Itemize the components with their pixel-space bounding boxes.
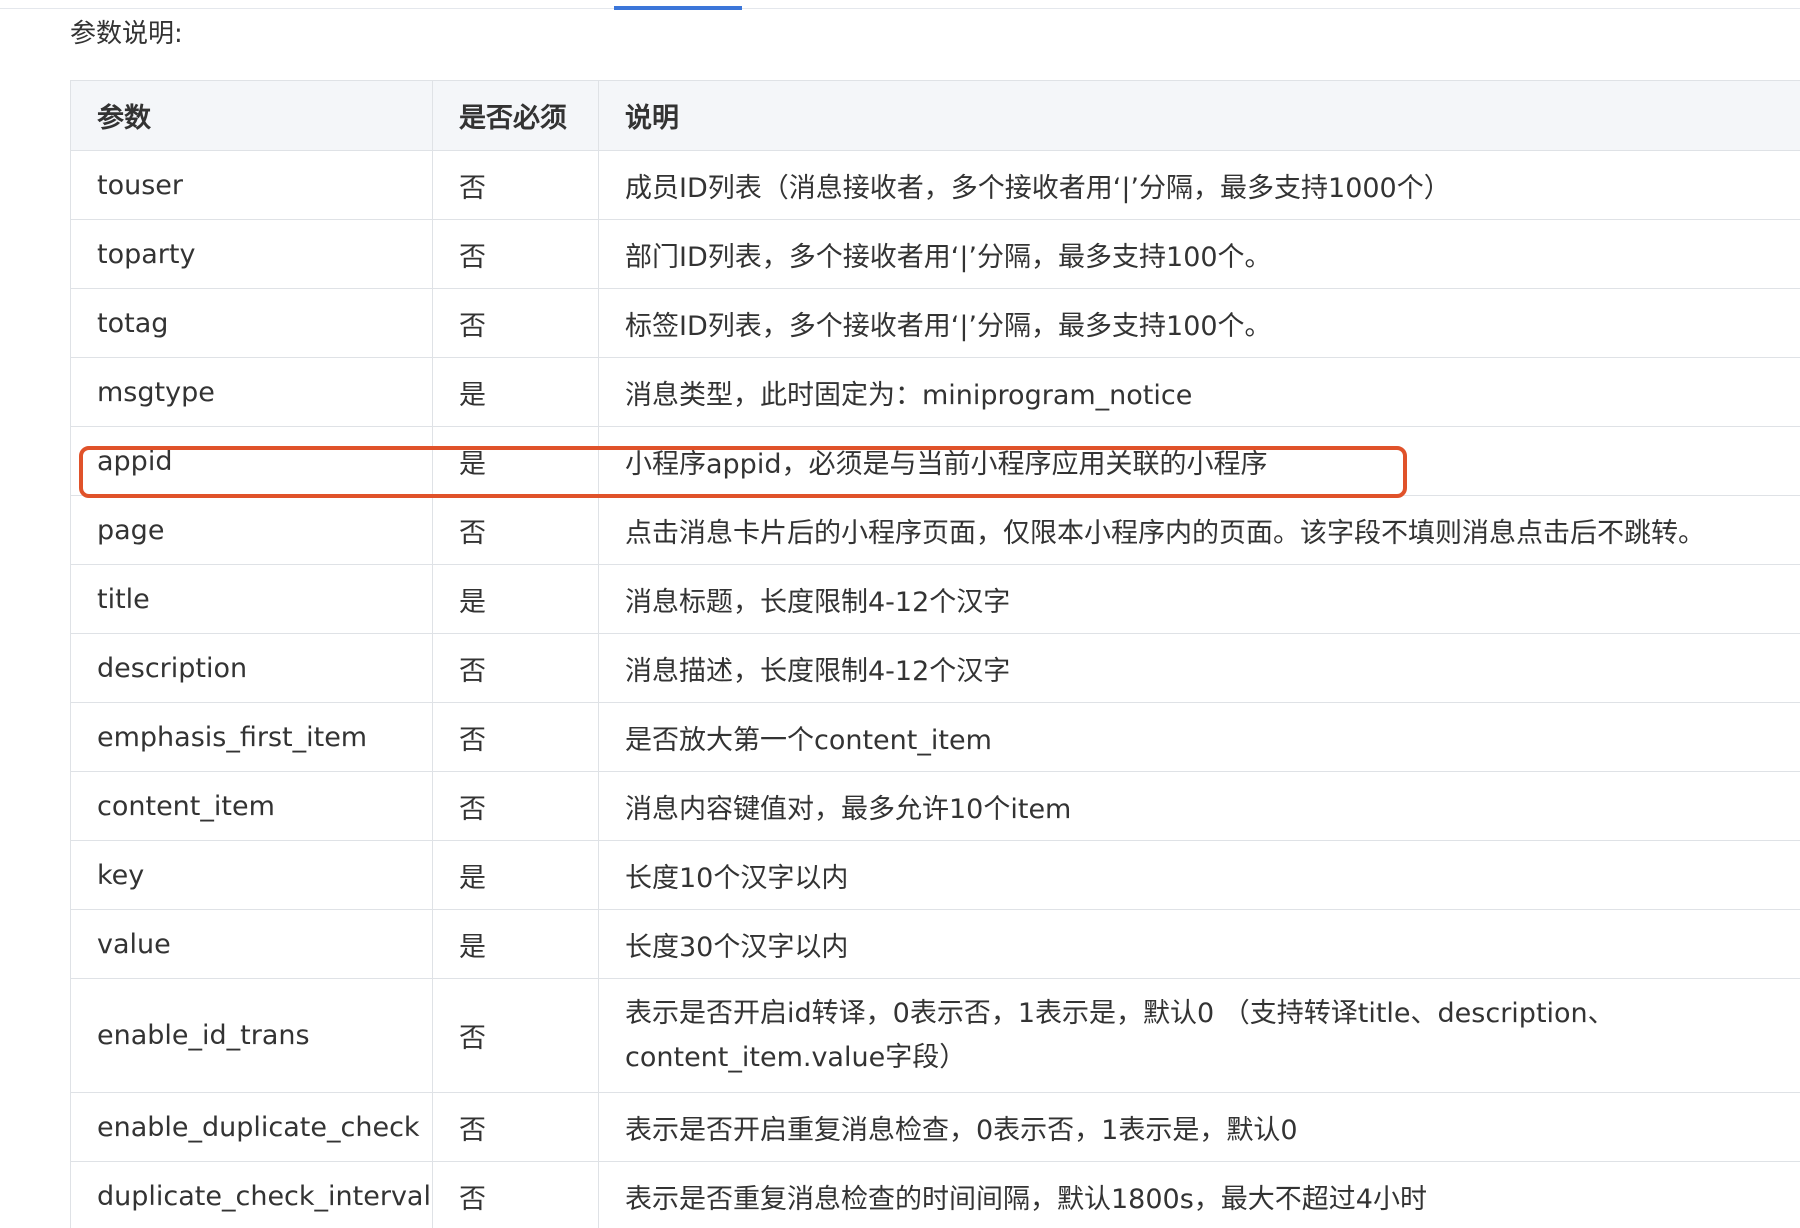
- table-row: emphasis_first_item 否 是否放大第一个content_ite…: [70, 702, 1800, 772]
- param-cell: msgtype: [70, 357, 433, 427]
- table-row: enable_id_trans 否 表示是否开启id转译，0表示否，1表示是，默…: [70, 978, 1800, 1093]
- table-row: touser 否 成员ID列表（消息接收者，多个接收者用‘|’分隔，最多支持10…: [70, 150, 1800, 220]
- table-row: msgtype 是 消息类型，此时固定为：miniprogram_notice: [70, 357, 1800, 427]
- required-cell: 是: [432, 426, 599, 496]
- table-row: key 是 长度10个汉字以内: [70, 840, 1800, 910]
- description-cell: 消息内容键值对，最多允许10个item: [598, 771, 1800, 841]
- active-tab-indicator: [614, 6, 742, 10]
- required-cell: 否: [432, 150, 599, 220]
- top-divider: [0, 8, 1800, 9]
- param-cell: enable_id_trans: [70, 978, 433, 1093]
- description-cell: 消息类型，此时固定为：miniprogram_notice: [598, 357, 1800, 427]
- param-cell: toparty: [70, 219, 433, 289]
- param-cell: description: [70, 633, 433, 703]
- table-row: duplicate_check_interval 否 表示是否重复消息检查的时间…: [70, 1161, 1800, 1228]
- required-cell: 是: [432, 564, 599, 634]
- required-cell: 是: [432, 840, 599, 910]
- param-cell: totag: [70, 288, 433, 358]
- header-param: 参数: [70, 80, 433, 151]
- param-cell: page: [70, 495, 433, 565]
- required-cell: 否: [432, 1161, 599, 1228]
- table-row: enable_duplicate_check 否 表示是否开启重复消息检查，0表…: [70, 1092, 1800, 1162]
- required-cell: 否: [432, 288, 599, 358]
- parameter-table: 参数 是否必须 说明 touser 否 成员ID列表（消息接收者，多个接收者用‘…: [70, 80, 1800, 1228]
- required-cell: 是: [432, 909, 599, 979]
- required-cell: 否: [432, 771, 599, 841]
- description-cell: 消息标题，长度限制4-12个汉字: [598, 564, 1800, 634]
- description-cell: 表示是否开启重复消息检查，0表示否，1表示是，默认0: [598, 1092, 1800, 1162]
- required-cell: 否: [432, 633, 599, 703]
- section-title: 参数说明:: [70, 19, 183, 49]
- param-cell: key: [70, 840, 433, 910]
- param-cell: emphasis_first_item: [70, 702, 433, 772]
- param-cell: title: [70, 564, 433, 634]
- table-header-row: 参数 是否必须 说明: [70, 80, 1800, 151]
- description-cell: 消息描述，长度限制4-12个汉字: [598, 633, 1800, 703]
- description-cell: 部门ID列表，多个接收者用‘|’分隔，最多支持100个。: [598, 219, 1800, 289]
- param-cell: content_item: [70, 771, 433, 841]
- param-cell: duplicate_check_interval: [70, 1161, 433, 1228]
- doc-page: 参数说明: 参数 是否必须 说明 touser 否 成员ID列表（消息接收者，多…: [0, 0, 1800, 1228]
- param-cell: appid: [70, 426, 433, 496]
- description-cell: 标签ID列表，多个接收者用‘|’分隔，最多支持100个。: [598, 288, 1800, 358]
- required-cell: 是: [432, 357, 599, 427]
- table-row: description 否 消息描述，长度限制4-12个汉字: [70, 633, 1800, 703]
- table-row: page 否 点击消息卡片后的小程序页面，仅限本小程序内的页面。该字段不填则消息…: [70, 495, 1800, 565]
- param-cell: enable_duplicate_check: [70, 1092, 433, 1162]
- table-row-highlighted: appid 是 小程序appid，必须是与当前小程序应用关联的小程序: [70, 426, 1800, 496]
- description-cell: 成员ID列表（消息接收者，多个接收者用‘|’分隔，最多支持1000个）: [598, 150, 1800, 220]
- param-cell: value: [70, 909, 433, 979]
- description-cell: 长度10个汉字以内: [598, 840, 1800, 910]
- required-cell: 否: [432, 978, 599, 1093]
- description-cell: 长度30个汉字以内: [598, 909, 1800, 979]
- required-cell: 否: [432, 219, 599, 289]
- param-cell: touser: [70, 150, 433, 220]
- header-required: 是否必须: [432, 80, 599, 151]
- description-cell: 表示是否开启id转译，0表示否，1表示是，默认0 （支持转译title、desc…: [598, 978, 1800, 1093]
- description-cell: 小程序appid，必须是与当前小程序应用关联的小程序: [598, 426, 1800, 496]
- table-row: title 是 消息标题，长度限制4-12个汉字: [70, 564, 1800, 634]
- table-row: totag 否 标签ID列表，多个接收者用‘|’分隔，最多支持100个。: [70, 288, 1800, 358]
- table-row: content_item 否 消息内容键值对，最多允许10个item: [70, 771, 1800, 841]
- table-row: toparty 否 部门ID列表，多个接收者用‘|’分隔，最多支持100个。: [70, 219, 1800, 289]
- required-cell: 否: [432, 1092, 599, 1162]
- required-cell: 否: [432, 495, 599, 565]
- description-cell: 点击消息卡片后的小程序页面，仅限本小程序内的页面。该字段不填则消息点击后不跳转。: [598, 495, 1800, 565]
- description-cell: 表示是否重复消息检查的时间间隔，默认1800s，最大不超过4小时: [598, 1161, 1800, 1228]
- description-cell: 是否放大第一个content_item: [598, 702, 1800, 772]
- table-row: value 是 长度30个汉字以内: [70, 909, 1800, 979]
- required-cell: 否: [432, 702, 599, 772]
- header-description: 说明: [598, 80, 1800, 151]
